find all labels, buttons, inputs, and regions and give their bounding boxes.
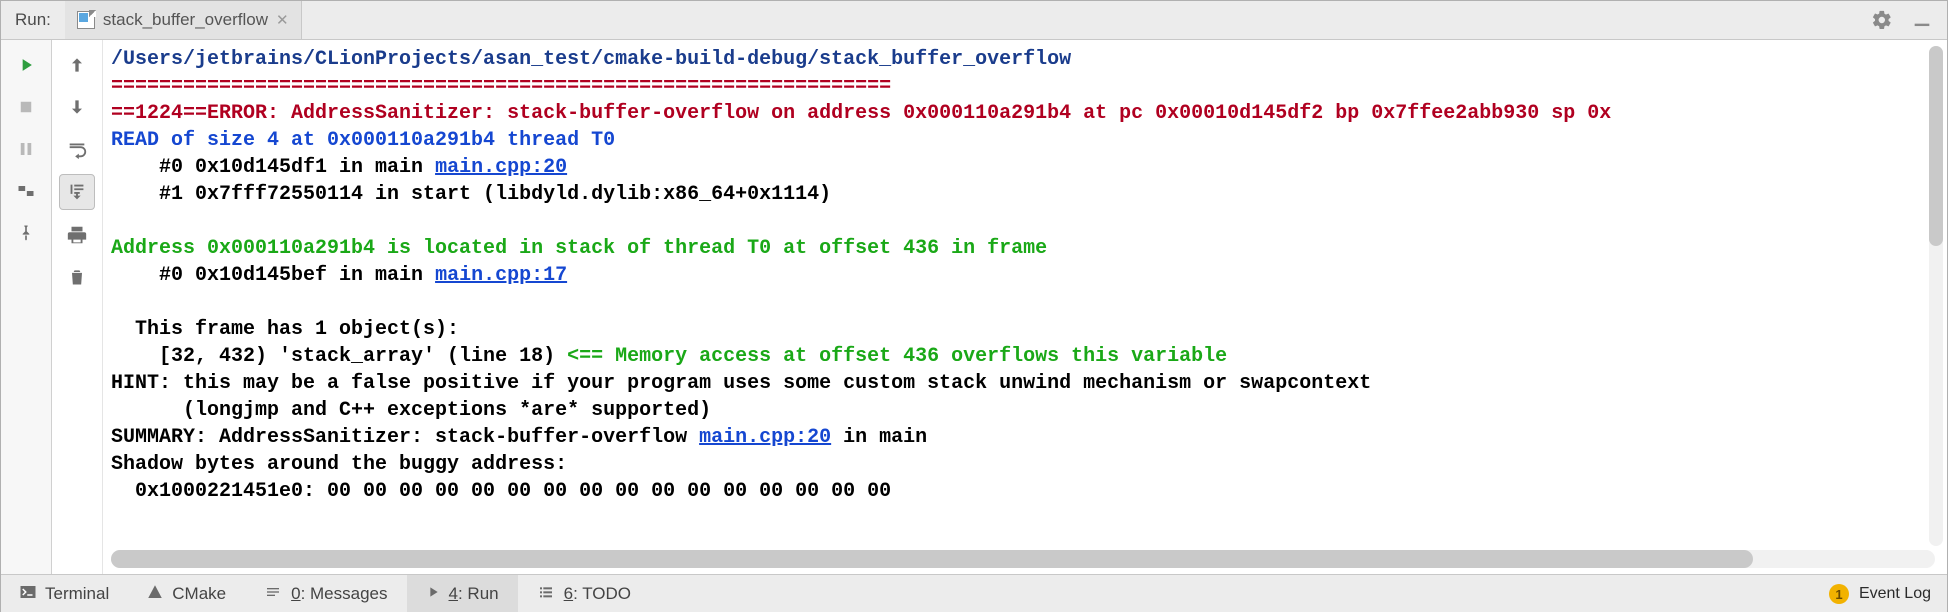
console-output[interactable]: /Users/jetbrains/CLionProjects/asan_test… xyxy=(103,40,1947,546)
rule-line: ========================================… xyxy=(111,75,891,98)
hint-line-2: (longjmp and C++ exceptions *are* suppor… xyxy=(111,399,711,422)
print-button[interactable] xyxy=(60,218,94,252)
stop-button[interactable] xyxy=(9,90,43,124)
gear-icon[interactable] xyxy=(1871,9,1893,31)
todo-icon xyxy=(536,584,556,605)
summary-suffix: in main xyxy=(831,426,927,449)
run-config-tab-label: stack_buffer_overflow xyxy=(103,10,268,30)
status-bar: Terminal CMake 0: Messages 4: Run 6: TOD… xyxy=(1,574,1947,612)
hint-line-1: HINT: this may be a false positive if yo… xyxy=(111,372,1371,395)
summary-source-link[interactable]: main.cpp:20 xyxy=(699,426,831,449)
summary-prefix: SUMMARY: AddressSanitizer: stack-buffer-… xyxy=(111,426,699,449)
clear-all-button[interactable] xyxy=(60,260,94,294)
objects-header: This frame has 1 object(s): xyxy=(111,318,459,341)
horizontal-scrollbar[interactable] xyxy=(111,550,1935,568)
messages-icon xyxy=(263,584,283,605)
event-log-button[interactable]: 1 Event Log xyxy=(1813,575,1947,612)
cmake-icon xyxy=(146,583,164,606)
read-line: READ of size 4 at 0x000110a291b4 thread … xyxy=(111,129,615,152)
run-tool-window: Run: stack_buffer_overflow ✕ xyxy=(0,0,1948,612)
down-stack-button[interactable] xyxy=(60,90,94,124)
close-tab-icon[interactable]: ✕ xyxy=(276,11,289,29)
minimize-icon[interactable] xyxy=(1911,9,1933,31)
run-icon xyxy=(425,584,441,605)
hscroll-thumb[interactable] xyxy=(111,550,1753,568)
shadow-header: Shadow bytes around the buggy address: xyxy=(111,453,567,476)
located-frame0-prefix: #0 0x10d145bef in main xyxy=(111,264,435,287)
frame0-prefix: #0 0x10d145df1 in main xyxy=(111,156,435,179)
todo-label: 6: TODO xyxy=(564,584,631,604)
run-label: 4: Run xyxy=(449,584,499,604)
tool-window-title: Run: xyxy=(1,10,65,30)
run-config-tab[interactable]: stack_buffer_overflow ✕ xyxy=(65,1,302,39)
exec-path: /Users/jetbrains/CLionProjects/asan_test… xyxy=(111,48,1071,71)
pin-button[interactable] xyxy=(9,216,43,250)
object-line-hint: <== Memory access at offset 436 overflow… xyxy=(567,345,1227,368)
frame1-line: #1 0x7fff72550114 in start (libdyld.dyli… xyxy=(111,183,831,206)
rerun-button[interactable] xyxy=(9,48,43,82)
pause-button[interactable] xyxy=(9,132,43,166)
asan-error-line: ==1224==ERROR: AddressSanitizer: stack-b… xyxy=(111,102,1611,125)
object-line-prefix: [32, 432) 'stack_array' (line 18) xyxy=(111,345,567,368)
terminal-tool-tab[interactable]: Terminal xyxy=(1,575,128,612)
vertical-scrollbar[interactable] xyxy=(1929,46,1943,546)
located-frame0-source-link[interactable]: main.cpp:17 xyxy=(435,264,567,287)
event-log-badge: 1 xyxy=(1829,584,1849,604)
frame0-source-link[interactable]: main.cpp:20 xyxy=(435,156,567,179)
messages-tool-tab[interactable]: 0: Messages xyxy=(245,575,406,612)
executable-file-icon xyxy=(77,11,95,29)
left-gutter-primary xyxy=(1,40,52,574)
shadow-row: 0x1000221451e0: 00 00 00 00 00 00 00 00 … xyxy=(111,480,891,503)
located-line: Address 0x000110a291b4 is located in sta… xyxy=(111,237,1047,260)
terminal-label: Terminal xyxy=(45,584,109,604)
layout-button[interactable] xyxy=(9,174,43,208)
cmake-tool-tab[interactable]: CMake xyxy=(128,575,245,612)
scroll-to-end-button[interactable] xyxy=(59,174,95,210)
cmake-label: CMake xyxy=(172,584,226,604)
tool-window-header: Run: stack_buffer_overflow ✕ xyxy=(1,1,1947,40)
run-tool-tab[interactable]: 4: Run xyxy=(407,575,518,612)
vscroll-thumb[interactable] xyxy=(1929,46,1943,246)
soft-wrap-button[interactable] xyxy=(60,132,94,166)
tool-window-body: /Users/jetbrains/CLionProjects/asan_test… xyxy=(1,40,1947,574)
console-wrap: /Users/jetbrains/CLionProjects/asan_test… xyxy=(103,40,1947,574)
left-gutter-secondary xyxy=(52,40,103,574)
terminal-icon xyxy=(19,583,37,606)
up-stack-button[interactable] xyxy=(60,48,94,82)
messages-label: 0: Messages xyxy=(291,584,387,604)
todo-tool-tab[interactable]: 6: TODO xyxy=(518,575,650,612)
event-log-label: Event Log xyxy=(1859,585,1931,603)
